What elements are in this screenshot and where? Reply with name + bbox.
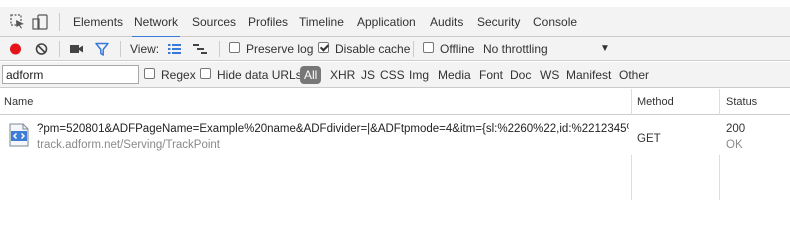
tab-security[interactable]: Security — [477, 7, 520, 37]
record-button[interactable] — [9, 41, 22, 57]
throttling-value: No throttling — [483, 42, 548, 56]
filter-type-media[interactable]: Media — [438, 67, 471, 83]
devtools-tabbar: Elements Network Sources Profiles Timeli… — [0, 7, 790, 38]
throttling-select[interactable]: No throttling ▼ — [483, 41, 613, 57]
disable-cache-checkbox[interactable] — [318, 42, 329, 53]
inspect-element-icon[interactable] — [10, 14, 25, 32]
filter-type-js[interactable]: JS — [361, 67, 375, 83]
list-view-icon — [168, 44, 181, 54]
view-label: View: — [130, 42, 160, 56]
tabbar-divider — [59, 13, 60, 31]
filter-type-img[interactable]: Img — [409, 67, 429, 83]
request-status-text: OK — [726, 139, 743, 151]
regex-label: Regex — [161, 68, 196, 82]
tab-application[interactable]: Application — [357, 7, 416, 37]
request-method: GET — [637, 133, 661, 145]
filter-type-all[interactable]: All — [300, 66, 322, 84]
tab-profiles[interactable]: Profiles — [248, 7, 288, 37]
filter-type-font[interactable]: Font — [479, 67, 503, 83]
filter-type-css[interactable]: CSS — [380, 67, 405, 83]
toolbar-divider — [120, 41, 121, 57]
record-icon — [10, 43, 21, 55]
preserve-log-checkbox[interactable] — [229, 42, 240, 53]
filter-type-xhr[interactable]: XHR — [330, 67, 355, 83]
capture-screenshots-button[interactable] — [69, 41, 84, 57]
dropdown-arrow-icon: ▼ — [600, 43, 610, 54]
tab-sources[interactable]: Sources — [192, 7, 236, 37]
large-rows-button[interactable] — [167, 41, 182, 57]
toolbar-divider — [59, 41, 60, 57]
filter-bar: Regex Hide data URLs All XHR JS CSS Img … — [0, 62, 790, 88]
script-file-icon — [8, 123, 30, 147]
table-row[interactable]: ?pm=520801&ADFPageName=Example%20name&AD… — [0, 115, 790, 155]
tab-timeline[interactable]: Timeline — [299, 7, 344, 37]
tab-elements[interactable]: Elements — [73, 7, 123, 37]
filter-type-other[interactable]: Other — [619, 67, 649, 83]
offline-label: Offline — [440, 42, 475, 56]
tab-network[interactable]: Network — [131, 7, 181, 38]
filter-toggle-button[interactable] — [95, 41, 109, 57]
filter-type-manifest[interactable]: Manifest — [566, 67, 611, 83]
column-header-method[interactable]: Method — [637, 89, 674, 115]
waterfall-icon — [193, 44, 207, 54]
tab-console[interactable]: Console — [533, 7, 577, 37]
offline-checkbox[interactable] — [423, 42, 434, 53]
toolbar-divider — [413, 41, 414, 57]
filter-input[interactable] — [2, 65, 139, 84]
request-path: track.adform.net/Serving/TrackPoint — [37, 139, 221, 151]
request-name: ?pm=520801&ADFPageName=Example%20name&AD… — [37, 123, 629, 135]
hide-data-urls-label: Hide data URLs — [217, 68, 302, 82]
video-camera-icon — [70, 45, 83, 53]
device-mode-icon[interactable] — [32, 14, 48, 33]
regex-checkbox[interactable] — [144, 68, 155, 79]
clear-icon — [35, 43, 48, 55]
toolbar-divider — [219, 41, 220, 57]
filter-funnel-icon — [95, 42, 109, 56]
tab-audits[interactable]: Audits — [430, 7, 463, 37]
preserve-log-label: Preserve log — [246, 42, 314, 56]
network-toolbar: View: Preserve log Disable cache Offline… — [0, 37, 790, 61]
disable-cache-label: Disable cache — [335, 42, 411, 56]
filter-type-ws[interactable]: WS — [540, 67, 559, 83]
request-status-code: 200 — [726, 123, 746, 135]
hide-data-urls-checkbox[interactable] — [200, 68, 211, 79]
column-header-name[interactable]: Name — [4, 89, 33, 115]
overview-button[interactable] — [192, 41, 208, 57]
filter-type-doc[interactable]: Doc — [510, 67, 531, 83]
request-table-header: Name Method Status — [0, 89, 790, 115]
column-header-status[interactable]: Status — [726, 89, 757, 115]
clear-button[interactable] — [35, 41, 48, 57]
